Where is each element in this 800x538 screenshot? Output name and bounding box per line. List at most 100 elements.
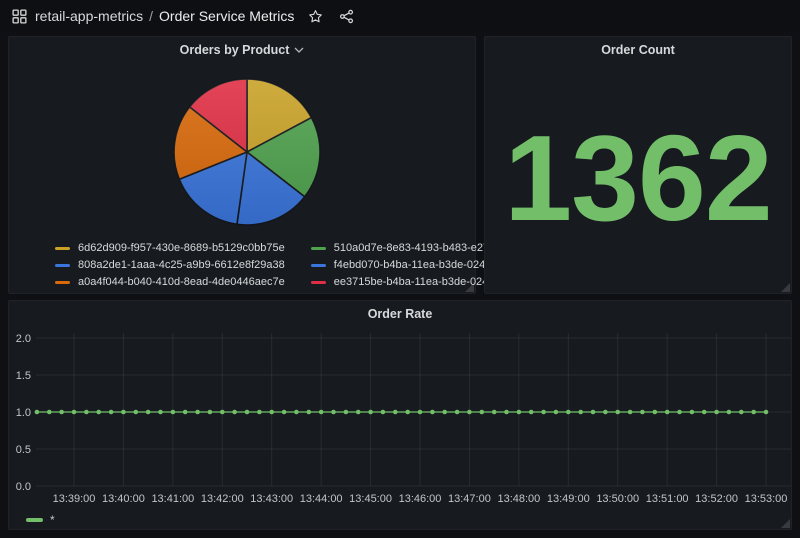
y-tick-label: 1.5 bbox=[16, 370, 31, 382]
legend-label: 6d62d909-f957-430e-8689-b5129c0bb75e bbox=[78, 242, 285, 254]
panel-resize-handle[interactable] bbox=[781, 519, 790, 528]
series-point[interactable] bbox=[566, 410, 571, 415]
breadcrumb-folder[interactable]: retail-app-metrics bbox=[35, 8, 143, 24]
panel-title-text: Order Count bbox=[601, 43, 675, 57]
legend-series-name[interactable]: * bbox=[50, 513, 55, 527]
series-point[interactable] bbox=[35, 410, 40, 415]
x-tick-label: 13:42:00 bbox=[201, 493, 244, 505]
x-tick-label: 13:49:00 bbox=[547, 493, 590, 505]
series-point[interactable] bbox=[121, 410, 126, 415]
series-point[interactable] bbox=[183, 410, 188, 415]
series-point[interactable] bbox=[418, 410, 423, 415]
series-point[interactable] bbox=[96, 410, 101, 415]
series-point[interactable] bbox=[47, 410, 52, 415]
series-point[interactable] bbox=[541, 410, 546, 415]
series-point[interactable] bbox=[442, 410, 447, 415]
series-point[interactable] bbox=[665, 410, 670, 415]
x-tick-label: 13:47:00 bbox=[448, 493, 491, 505]
y-tick-label: 2.0 bbox=[16, 333, 31, 345]
series-point[interactable] bbox=[517, 410, 522, 415]
series-point[interactable] bbox=[578, 410, 583, 415]
series-point[interactable] bbox=[702, 410, 707, 415]
series-point[interactable] bbox=[640, 410, 645, 415]
series-point[interactable] bbox=[134, 410, 139, 415]
chevron-down-icon bbox=[294, 47, 304, 53]
series-point[interactable] bbox=[727, 410, 732, 415]
series-point[interactable] bbox=[615, 410, 620, 415]
series-point[interactable] bbox=[677, 410, 682, 415]
x-tick-label: 13:40:00 bbox=[102, 493, 145, 505]
series-point[interactable] bbox=[405, 410, 410, 415]
x-tick-label: 13:53:00 bbox=[745, 493, 788, 505]
series-point[interactable] bbox=[307, 410, 312, 415]
x-tick-label: 13:44:00 bbox=[300, 493, 343, 505]
legend-item[interactable]: 808a2de1-1aaa-4c25-a9b9-6612e8f29a38 bbox=[55, 259, 285, 271]
series-point[interactable] bbox=[232, 410, 237, 415]
series-point[interactable] bbox=[764, 410, 769, 415]
series-point[interactable] bbox=[109, 410, 114, 415]
series-point[interactable] bbox=[319, 410, 324, 415]
series-point[interactable] bbox=[72, 410, 77, 415]
panel-title-order-rate[interactable]: Order Rate bbox=[9, 301, 791, 327]
series-point[interactable] bbox=[158, 410, 163, 415]
series-point[interactable] bbox=[208, 410, 213, 415]
series-point[interactable] bbox=[430, 410, 435, 415]
series-point[interactable] bbox=[455, 410, 460, 415]
series-point[interactable] bbox=[653, 410, 658, 415]
panel-resize-handle[interactable] bbox=[465, 283, 474, 292]
series-point[interactable] bbox=[356, 410, 361, 415]
series-point[interactable] bbox=[603, 410, 608, 415]
x-tick-label: 13:48:00 bbox=[497, 493, 540, 505]
y-tick-label: 1.0 bbox=[16, 407, 31, 419]
dashboards-grid-icon[interactable] bbox=[12, 9, 27, 24]
series-point[interactable] bbox=[171, 410, 176, 415]
series-point[interactable] bbox=[480, 410, 485, 415]
legend-series-swatch[interactable] bbox=[26, 518, 43, 522]
share-icon[interactable] bbox=[339, 9, 354, 24]
series-point[interactable] bbox=[220, 410, 225, 415]
legend-label: a0a4f044-b040-410d-8ead-4de0446aec7e bbox=[78, 276, 285, 288]
series-point[interactable] bbox=[269, 410, 274, 415]
panel-order-count: Order Count 1362 bbox=[484, 36, 792, 294]
series-point[interactable] bbox=[529, 410, 534, 415]
x-tick-label: 13:52:00 bbox=[695, 493, 738, 505]
series-point[interactable] bbox=[751, 410, 756, 415]
series-point[interactable] bbox=[591, 410, 596, 415]
top-navigation-bar: retail-app-metrics / Order Service Metri… bbox=[0, 0, 800, 32]
breadcrumb-dashboard-title[interactable]: Order Service Metrics bbox=[159, 8, 294, 24]
order-rate-chart-canvas[interactable]: 0.00.51.01.52.013:39:0013:40:0013:41:001… bbox=[9, 301, 793, 531]
series-point[interactable] bbox=[381, 410, 386, 415]
series-point[interactable] bbox=[690, 410, 695, 415]
panel-orders-by-product: Orders by Product 6d62d909-f957-430e-868… bbox=[8, 36, 476, 294]
series-point[interactable] bbox=[739, 410, 744, 415]
series-point[interactable] bbox=[344, 410, 349, 415]
legend-item[interactable]: a0a4f044-b040-410d-8ead-4de0446aec7e bbox=[55, 276, 285, 288]
series-point[interactable] bbox=[628, 410, 633, 415]
x-tick-label: 13:45:00 bbox=[349, 493, 392, 505]
y-tick-label: 0.0 bbox=[16, 481, 31, 493]
series-point[interactable] bbox=[294, 410, 299, 415]
legend-item[interactable]: 6d62d909-f957-430e-8689-b5129c0bb75e bbox=[55, 242, 285, 254]
series-point[interactable] bbox=[146, 410, 151, 415]
series-point[interactable] bbox=[554, 410, 559, 415]
series-point[interactable] bbox=[84, 410, 89, 415]
series-point[interactable] bbox=[195, 410, 200, 415]
series-point[interactable] bbox=[245, 410, 250, 415]
panel-resize-handle[interactable] bbox=[781, 283, 790, 292]
star-icon[interactable] bbox=[308, 9, 323, 24]
panel-title-orders-by-product[interactable]: Orders by Product bbox=[9, 37, 475, 63]
series-point[interactable] bbox=[331, 410, 336, 415]
series-point[interactable] bbox=[257, 410, 262, 415]
series-point[interactable] bbox=[59, 410, 64, 415]
series-point[interactable] bbox=[282, 410, 287, 415]
series-point[interactable] bbox=[504, 410, 509, 415]
series-point[interactable] bbox=[714, 410, 719, 415]
series-point[interactable] bbox=[368, 410, 373, 415]
panel-title-order-count[interactable]: Order Count bbox=[485, 37, 791, 63]
series-point[interactable] bbox=[393, 410, 398, 415]
series-point[interactable] bbox=[467, 410, 472, 415]
order-rate-legend: * bbox=[26, 513, 55, 527]
series-point[interactable] bbox=[492, 410, 497, 415]
legend-swatch bbox=[311, 281, 326, 284]
x-tick-label: 13:41:00 bbox=[151, 493, 194, 505]
